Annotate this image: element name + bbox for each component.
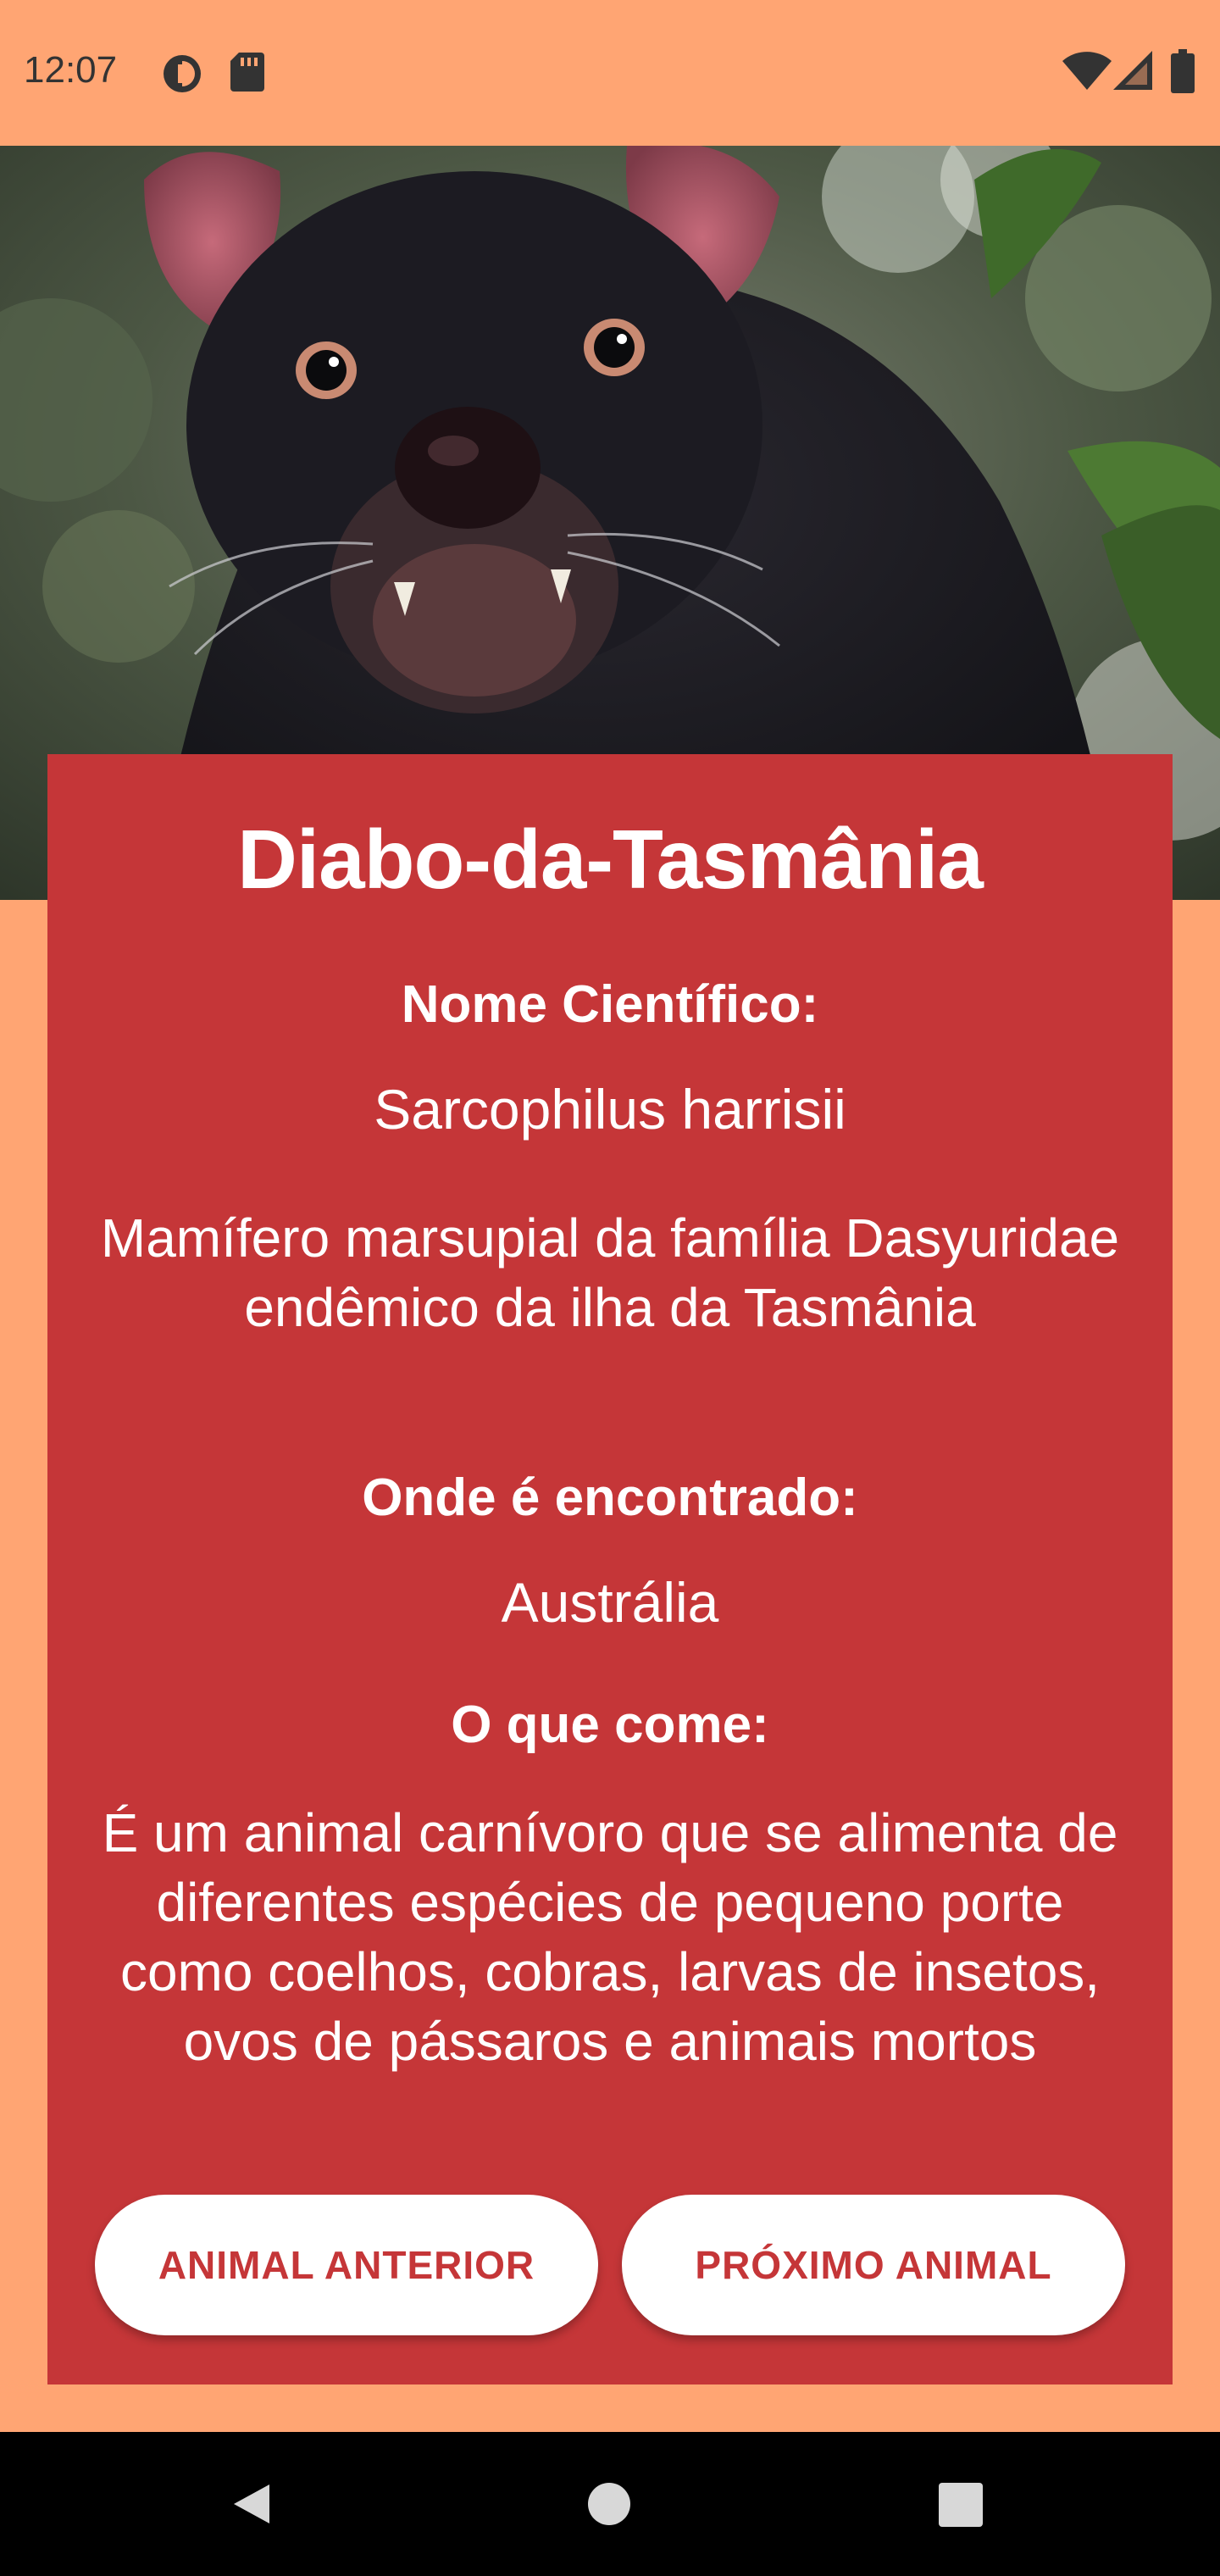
recents-icon[interactable]: [939, 2483, 983, 2531]
wifi-icon: [1062, 51, 1112, 94]
home-icon[interactable]: [586, 2481, 632, 2531]
diet-label: O que come:: [451, 1696, 769, 1754]
battery-icon: [1171, 49, 1195, 97]
animal-description: Mamífero marsupial da família Dasyuridae…: [100, 1208, 1120, 1338]
status-bar: 12:07: [0, 0, 1220, 146]
app-screen: 12:07 Diabo-da-Tasmânia Nome Científico:…: [0, 0, 1220, 2576]
previous-animal-button[interactable]: ANIMAL ANTERIOR: [95, 2195, 598, 2335]
next-animal-button[interactable]: PRÓXIMO ANIMAL: [622, 2195, 1125, 2335]
data-saver-icon: [161, 53, 203, 99]
cell-signal-icon: [1113, 51, 1152, 94]
animal-name: Diabo-da-Tasmânia: [237, 813, 984, 906]
animal-info-card: Diabo-da-Tasmânia Nome Científico: Sarco…: [47, 754, 1173, 2384]
diet-value: É um animal carnívoro que se alimenta de…: [102, 1802, 1118, 2072]
navigation-bar: [0, 2432, 1220, 2576]
sd-card-icon: [230, 53, 264, 96]
location-value: Austrália: [501, 1571, 719, 1634]
scientific-name-value: Sarcophilus harrisii: [374, 1078, 846, 1141]
status-time: 12:07: [24, 49, 118, 91]
scientific-name-label: Nome Científico:: [401, 975, 819, 1034]
back-icon[interactable]: [229, 2481, 274, 2531]
location-label: Onde é encontrado:: [362, 1468, 858, 1527]
